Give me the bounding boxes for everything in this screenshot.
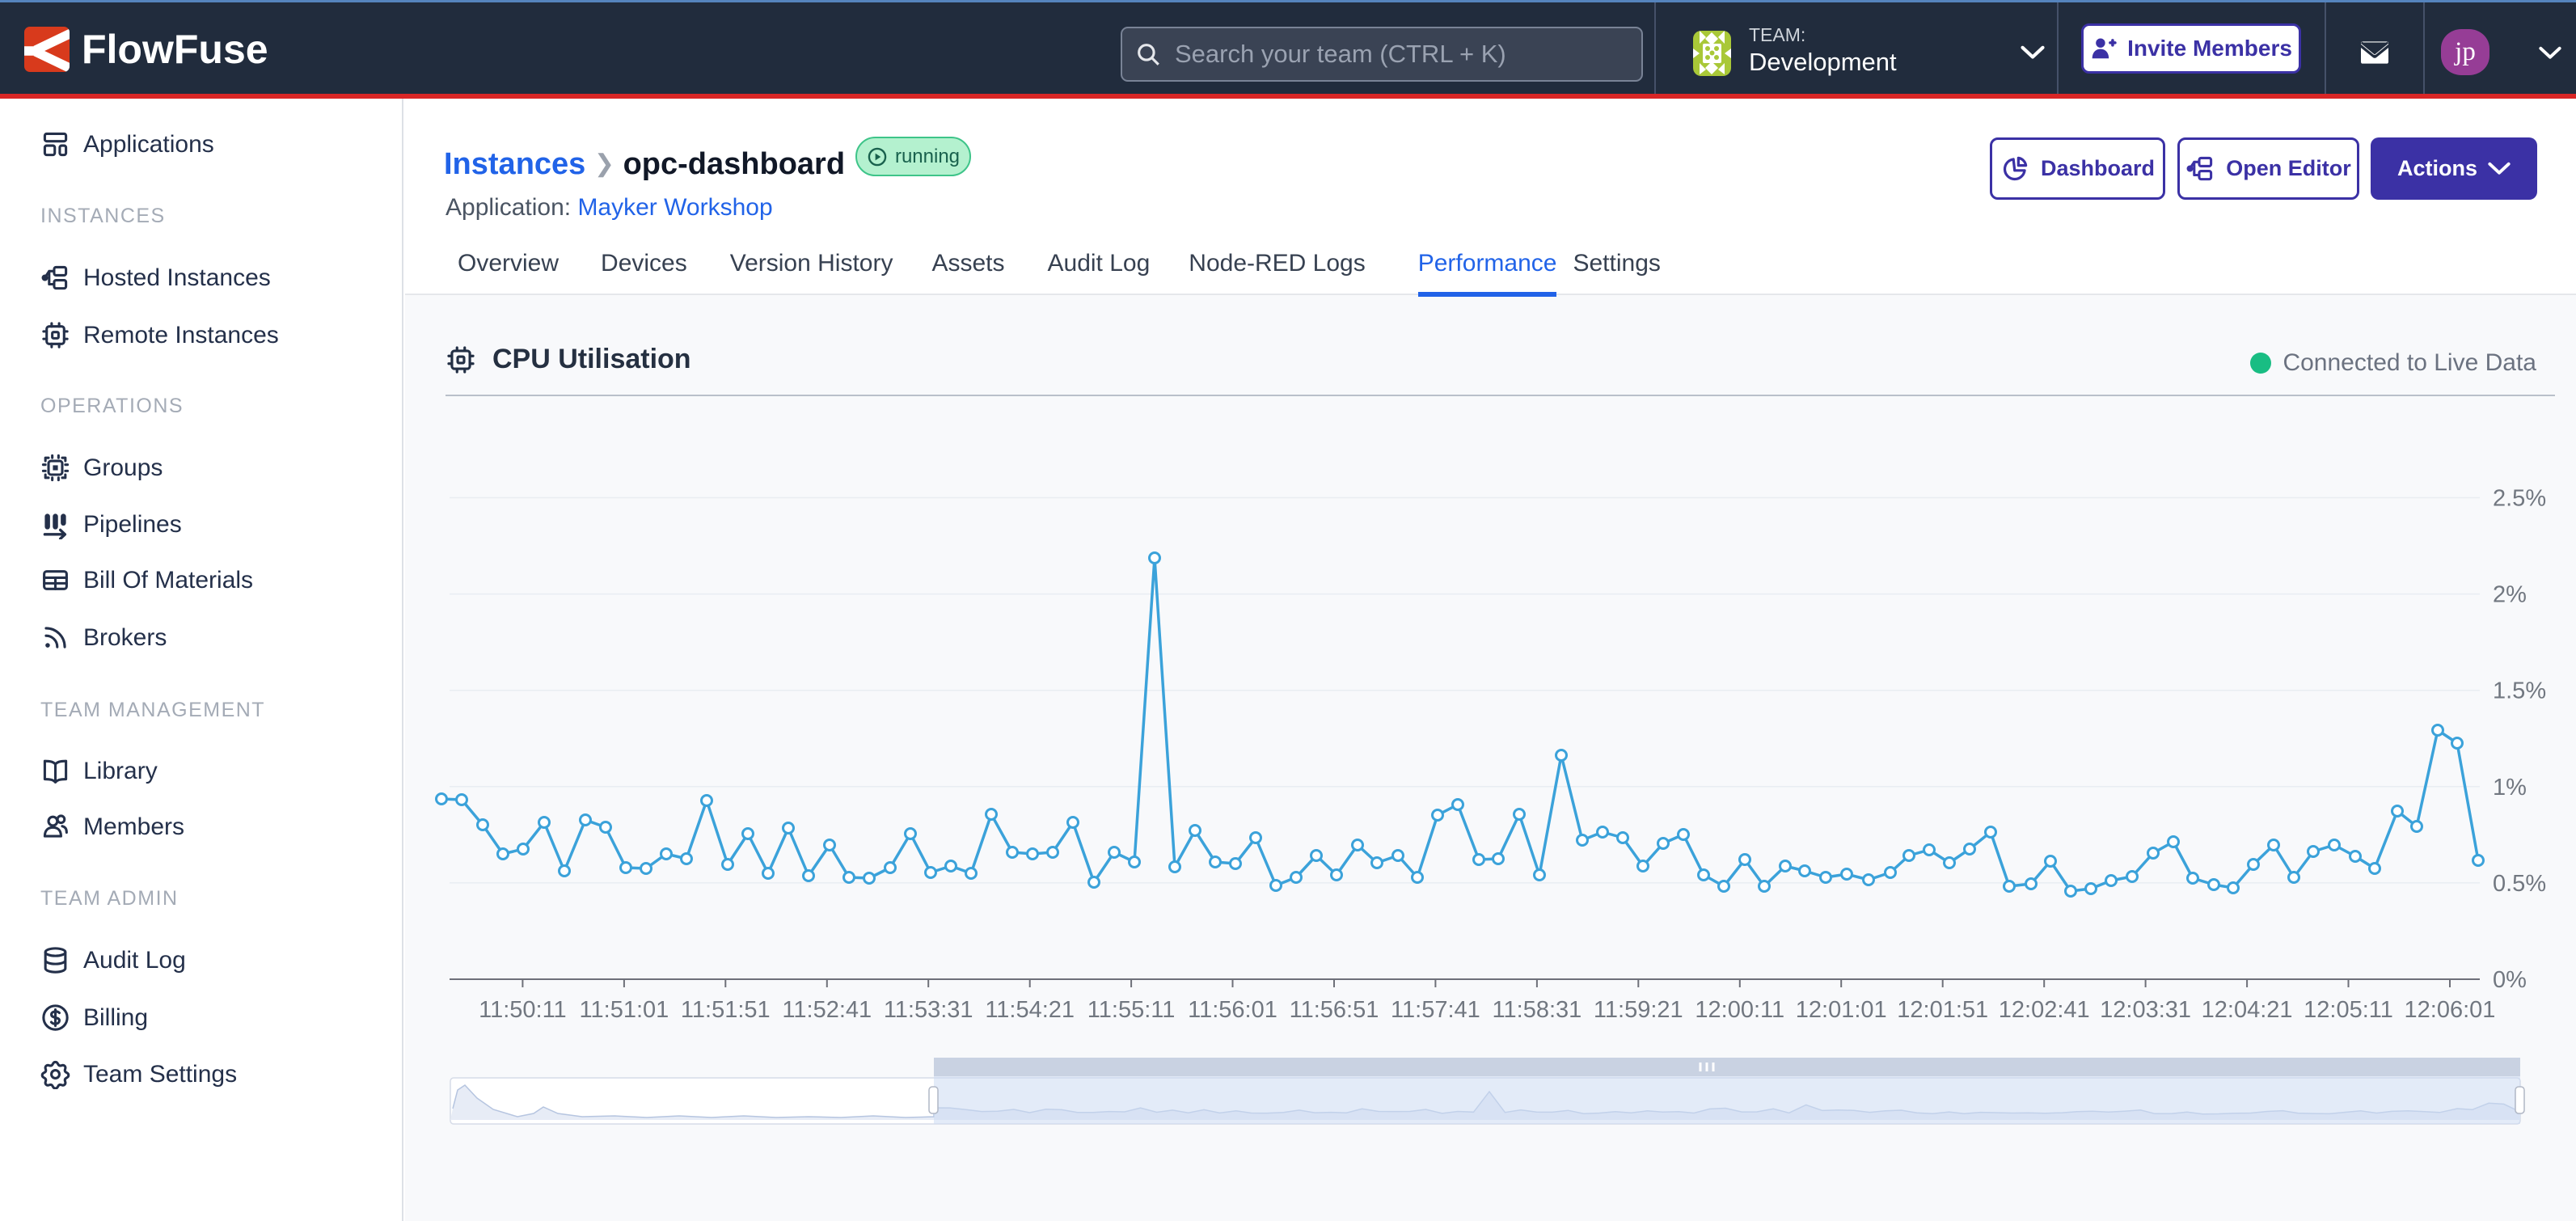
svg-text:12:00:11: 12:00:11	[1695, 997, 1784, 1023]
svg-text:12:01:51: 12:01:51	[1897, 997, 1988, 1023]
svg-text:12:06:01: 12:06:01	[2405, 997, 2496, 1023]
svg-text:11:56:01: 11:56:01	[1188, 997, 1277, 1023]
svg-text:2%: 2%	[2493, 582, 2527, 608]
svg-text:11:58:31: 11:58:31	[1493, 997, 1582, 1023]
svg-text:11:57:41: 11:57:41	[1391, 997, 1480, 1023]
svg-text:12:05:11: 12:05:11	[2304, 997, 2393, 1023]
svg-text:0%: 0%	[2493, 967, 2527, 993]
svg-text:2.5%: 2.5%	[2493, 486, 2546, 512]
svg-text:12:03:31: 12:03:31	[2100, 997, 2191, 1023]
svg-text:11:51:01: 11:51:01	[580, 997, 669, 1023]
svg-text:1%: 1%	[2493, 775, 2527, 801]
svg-text:11:59:21: 11:59:21	[1594, 997, 1683, 1023]
svg-text:11:52:41: 11:52:41	[782, 997, 872, 1023]
svg-text:12:02:41: 12:02:41	[1999, 997, 2090, 1023]
svg-text:11:53:31: 11:53:31	[884, 997, 973, 1023]
svg-text:1.5%: 1.5%	[2493, 678, 2546, 704]
svg-text:12:01:01: 12:01:01	[1796, 997, 1887, 1023]
svg-text:11:56:51: 11:56:51	[1290, 997, 1379, 1023]
svg-text:0.5%: 0.5%	[2493, 871, 2546, 897]
svg-text:12:04:21: 12:04:21	[2202, 997, 2293, 1023]
svg-text:11:51:51: 11:51:51	[681, 997, 771, 1023]
svg-text:11:55:11: 11:55:11	[1087, 997, 1176, 1023]
svg-text:11:50:11: 11:50:11	[479, 997, 567, 1023]
svg-text:11:54:21: 11:54:21	[985, 997, 1075, 1023]
